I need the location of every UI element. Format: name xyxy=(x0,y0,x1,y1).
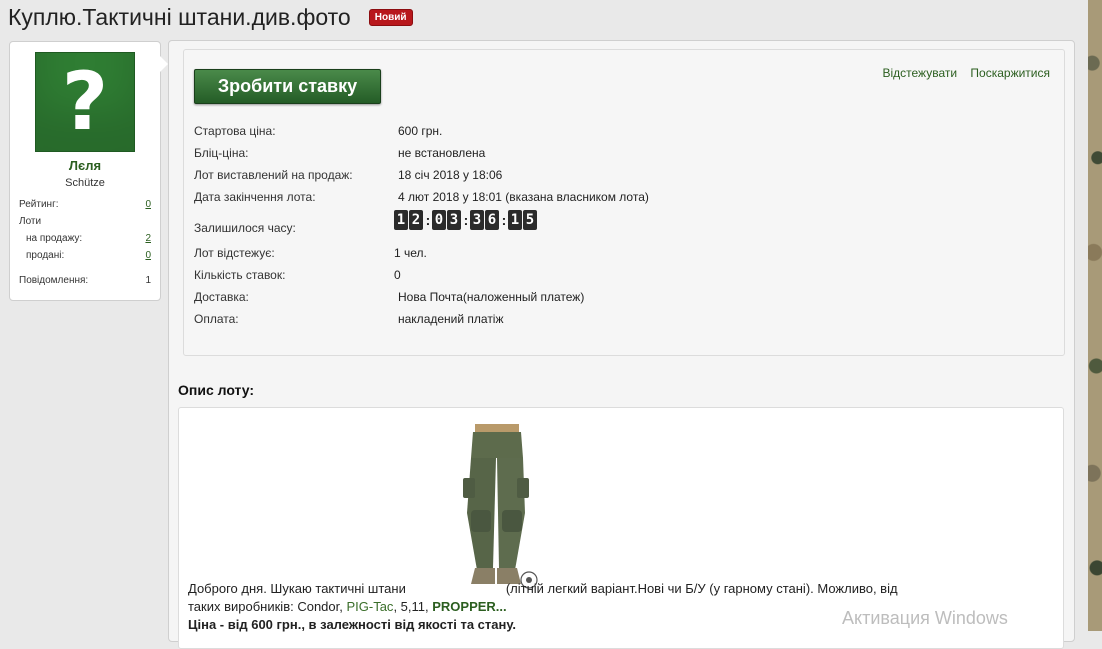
stat-sold: продані: 0 xyxy=(26,250,151,261)
stat-rating: Рейтинг: 0 xyxy=(19,199,151,210)
timer-digit: 3 xyxy=(470,210,484,230)
camo-background-strip xyxy=(1088,0,1102,631)
stat-value-link[interactable]: 2 xyxy=(145,233,151,244)
place-bid-button[interactable]: Зробити ставку xyxy=(194,69,381,104)
stat-label: продані: xyxy=(26,250,65,261)
timer-digit: 1 xyxy=(508,210,522,230)
stat-value-link[interactable]: 0 xyxy=(145,199,151,210)
lot-actions: Відстежувати Поскаржитися xyxy=(872,66,1050,80)
field-value: накладений платіж xyxy=(398,312,504,326)
field-value: не встановлена xyxy=(398,146,486,160)
stat-value: 1 xyxy=(145,275,151,286)
stat-messages: Повідомлення: 1 xyxy=(19,275,151,286)
lot-main-panel: Зробити ставку Відстежувати Поскаржитися… xyxy=(168,40,1075,649)
timer-digit: 3 xyxy=(447,210,461,230)
field-value: 1 чел. xyxy=(394,246,427,260)
stat-value-link[interactable]: 0 xyxy=(145,250,151,261)
field-value: 0 xyxy=(394,268,401,282)
os-activation-watermark: Активация Windows xyxy=(842,608,1008,628)
field-label: Оплата: xyxy=(194,312,239,326)
field-label: Залишилося часу: xyxy=(194,221,296,235)
countdown-timer: 1 2 : 0 3 : 3 6 : 1 5 xyxy=(394,210,538,230)
report-link[interactable]: Поскаржитися xyxy=(970,66,1050,80)
brand-pig-tac: PIG-Tac xyxy=(346,599,394,614)
field-label: Бліц-ціна: xyxy=(194,146,249,160)
stat-label: Лоти xyxy=(19,216,42,227)
stat-label: Повідомлення: xyxy=(19,275,89,286)
field-label: Лот виставлений на продаж: xyxy=(194,168,353,182)
avatar[interactable]: ? xyxy=(35,52,135,152)
timer-digit: 5 xyxy=(523,210,537,230)
field-value: 4 лют 2018 у 18:01 (вказана власником ло… xyxy=(398,190,649,204)
timer-digit: 2 xyxy=(409,210,423,230)
page-title: Куплю.Тактичні штани.див.фото xyxy=(8,3,351,30)
timer-digit: 0 xyxy=(432,210,446,230)
user-name[interactable]: Лєля xyxy=(10,158,160,173)
field-value: 18 січ 2018 у 18:06 xyxy=(398,168,503,182)
stat-for-sale: на продажу: 2 xyxy=(26,233,151,244)
stat-lots: Лоти xyxy=(19,216,151,227)
timer-digit: 1 xyxy=(394,210,408,230)
stat-label: Рейтинг: xyxy=(19,199,59,210)
watch-link[interactable]: Відстежувати xyxy=(882,66,957,80)
stat-label: на продажу: xyxy=(26,233,83,244)
field-label: Дата закінчення лота: xyxy=(194,190,316,204)
field-label: Стартова ціна: xyxy=(194,124,276,138)
question-mark-icon: ? xyxy=(61,55,109,148)
lot-info-box: Зробити ставку Відстежувати Поскаржитися… xyxy=(183,49,1065,356)
field-value: 600 грн. xyxy=(398,124,443,138)
field-label: Доставка: xyxy=(194,290,249,304)
user-title: Schütze xyxy=(65,177,105,189)
description-title: Опис лоту: xyxy=(178,382,255,398)
new-badge: Новий xyxy=(368,8,413,26)
description-line-1: Доброго дня. Шукаю тактичні штани (літній… xyxy=(188,581,898,596)
timer-digit: 6 xyxy=(485,210,499,230)
field-label: Лот відстежує: xyxy=(194,246,275,260)
tactical-pants-image[interactable] xyxy=(449,418,543,594)
sidebar-pointer xyxy=(160,56,168,72)
field-value: Нова Почта(наложенный платеж) xyxy=(398,290,585,304)
brand-propper: PROPPER... xyxy=(432,599,507,614)
field-label: Кількість ставок: xyxy=(194,268,286,282)
user-sidebar: ? Лєля Schütze Рейтинг: 0 Лоти на продаж… xyxy=(9,41,168,301)
page-title-row: Куплю.Тактичні штани.див.фото Новий xyxy=(8,2,413,32)
